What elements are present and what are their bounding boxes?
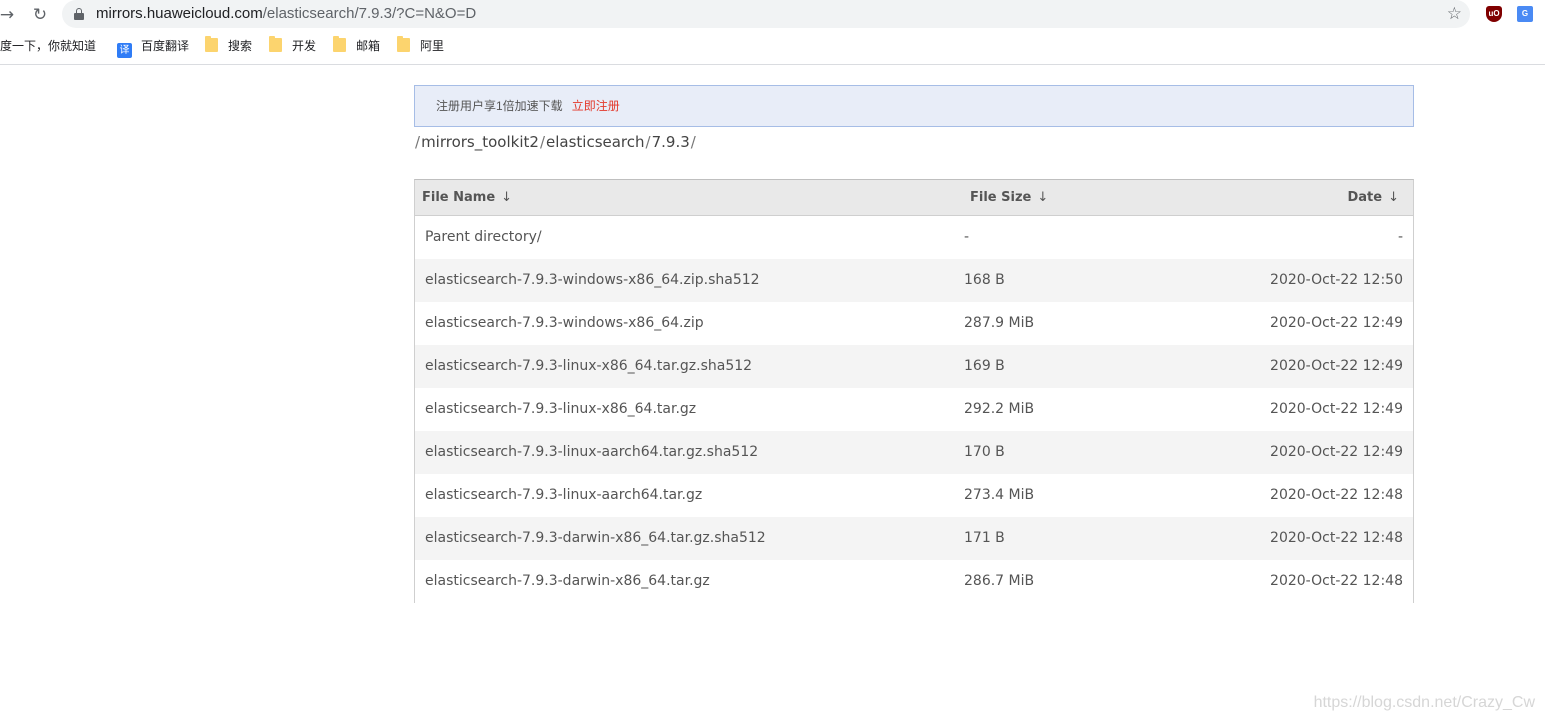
- table-row: elasticsearch-7.9.3-linux-aarch64.tar.gz…: [415, 431, 1413, 474]
- file-link[interactable]: elasticsearch-7.9.3-linux-aarch64.tar.gz: [425, 474, 702, 517]
- file-listing-table: File Name ↓ File Size ↓ Date ↓ Parent direc…: [414, 179, 1414, 603]
- lock-icon[interactable]: [74, 8, 84, 20]
- breadcrumb-separator: /: [645, 133, 651, 151]
- file-size: 168 B: [964, 272, 1005, 288]
- breadcrumb-version[interactable]: 7.9.3: [652, 133, 690, 151]
- table-row: Parent directory/ - -: [415, 216, 1413, 259]
- file-link[interactable]: elasticsearch-7.9.3-windows-x86_64.zip.s…: [425, 259, 760, 302]
- bookmark-label: 阿里: [420, 39, 445, 53]
- sort-by-date-header[interactable]: Date ↓: [1347, 180, 1399, 215]
- bookmark-label: 搜索: [228, 39, 253, 53]
- sort-by-name-header[interactable]: File Name ↓: [422, 180, 512, 215]
- chrome-divider: [0, 64, 1545, 65]
- table-row: elasticsearch-7.9.3-linux-x86_64.tar.gz.…: [415, 345, 1413, 388]
- file-date: 2020-Oct-22 12:48: [1270, 573, 1403, 589]
- bookmark-label: 百度翻译: [141, 39, 190, 53]
- table-row: elasticsearch-7.9.3-linux-aarch64.tar.gz…: [415, 474, 1413, 517]
- folder-icon: [333, 36, 346, 52]
- forward-icon[interactable]: →: [0, 4, 18, 26]
- breadcrumb-elasticsearch[interactable]: elasticsearch: [546, 133, 645, 151]
- bookmark-baidu-translate[interactable]: 译百度翻译: [117, 38, 190, 58]
- table-row: elasticsearch-7.9.3-linux-x86_64.tar.gz …: [415, 388, 1413, 431]
- translate-extension-icon[interactable]: G: [1517, 6, 1533, 22]
- sort-by-size-header[interactable]: File Size ↓: [970, 180, 1048, 215]
- table-row: elasticsearch-7.9.3-darwin-x86_64.tar.gz…: [415, 560, 1413, 603]
- folder-icon: [397, 36, 410, 52]
- bookmark-label: 开发: [292, 39, 317, 53]
- file-link[interactable]: elasticsearch-7.9.3-linux-aarch64.tar.gz…: [425, 431, 758, 474]
- folder-icon: [205, 36, 218, 52]
- bookmarks-bar: 百度一下，你就知道 译百度翻译 搜索 开发 邮箱 阿里: [0, 32, 1545, 60]
- bookmark-label: 邮箱: [356, 39, 381, 53]
- breadcrumb-separator: /: [539, 133, 545, 151]
- promo-banner: 注册用户享1倍加速下载 立即注册: [414, 85, 1414, 127]
- header-label: File Size: [970, 190, 1032, 205]
- file-size: -: [964, 229, 970, 245]
- file-date: 2020-Oct-22 12:49: [1270, 315, 1403, 331]
- bookmark-folder-mail[interactable]: 邮箱: [333, 36, 381, 54]
- table-row: elasticsearch-7.9.3-darwin-x86_64.tar.gz…: [415, 517, 1413, 560]
- file-size: 169 B: [964, 358, 1005, 374]
- bookmark-folder-ali[interactable]: 阿里: [397, 36, 445, 54]
- bookmark-baidu[interactable]: 百度一下，你就知道: [0, 38, 96, 54]
- watermark-text: https://blog.csdn.net/Crazy_Cw: [1313, 694, 1535, 711]
- file-link[interactable]: elasticsearch-7.9.3-darwin-x86_64.tar.gz…: [425, 517, 766, 560]
- file-size: 273.4 MiB: [964, 487, 1035, 503]
- register-link[interactable]: 立即注册: [572, 99, 620, 113]
- table-row: elasticsearch-7.9.3-windows-x86_64.zip 2…: [415, 302, 1413, 345]
- bookmark-label: 百度一下，你就知道: [0, 39, 97, 53]
- bookmark-star-icon[interactable]: ☆: [1447, 3, 1462, 25]
- file-link[interactable]: elasticsearch-7.9.3-windows-x86_64.zip: [425, 302, 704, 345]
- table-row: elasticsearch-7.9.3-windows-x86_64.zip.s…: [415, 259, 1413, 302]
- folder-icon: [269, 36, 282, 52]
- file-link[interactable]: Parent directory/: [425, 216, 542, 259]
- reload-icon[interactable]: ↻: [29, 4, 51, 26]
- file-date: 2020-Oct-22 12:49: [1270, 401, 1403, 417]
- bookmark-folder-search[interactable]: 搜索: [205, 36, 253, 54]
- file-size: 286.7 MiB: [964, 573, 1035, 589]
- breadcrumb-separator: /: [415, 133, 421, 151]
- table-header: File Name ↓ File Size ↓ Date ↓: [415, 180, 1413, 216]
- promo-text: 注册用户享1倍加速下载: [436, 99, 563, 113]
- header-label: Date: [1347, 190, 1383, 205]
- url-text[interactable]: mirrors.huaweicloud.com/elasticsearch/7.…: [96, 4, 476, 24]
- file-date: 2020-Oct-22 12:48: [1270, 530, 1403, 546]
- file-size: 292.2 MiB: [964, 401, 1035, 417]
- file-size: 170 B: [964, 444, 1005, 460]
- file-date: 2020-Oct-22 12:50: [1270, 272, 1403, 288]
- address-bar[interactable]: mirrors.huaweicloud.com/elasticsearch/7.…: [62, 0, 1470, 28]
- ublock-extension-icon[interactable]: uO: [1486, 6, 1502, 22]
- breadcrumb-separator: /: [690, 133, 696, 151]
- breadcrumb: /mirrors_toolkit2/elasticsearch/7.9.3/: [414, 131, 697, 153]
- bookmark-folder-dev[interactable]: 开发: [269, 36, 317, 54]
- file-link[interactable]: elasticsearch-7.9.3-linux-x86_64.tar.gz: [425, 388, 696, 431]
- url-host: mirrors.huaweicloud.com: [96, 5, 263, 22]
- file-date: 2020-Oct-22 12:49: [1270, 358, 1403, 374]
- translate-icon: 译: [117, 43, 132, 58]
- file-date: -: [1397, 229, 1403, 245]
- sort-arrow-icon: ↓: [1037, 190, 1049, 205]
- url-path: /elasticsearch/7.9.3/?C=N&O=D: [262, 5, 477, 22]
- file-date: 2020-Oct-22 12:49: [1270, 444, 1403, 460]
- header-label: File Name: [422, 190, 496, 205]
- sort-arrow-icon: ↓: [501, 190, 513, 205]
- breadcrumb-mirrors-toolkit2[interactable]: mirrors_toolkit2: [421, 133, 539, 151]
- file-link[interactable]: elasticsearch-7.9.3-linux-x86_64.tar.gz.…: [425, 345, 752, 388]
- browser-toolbar: → ↻ mirrors.huaweicloud.com/elasticsearc…: [0, 0, 1545, 30]
- file-date: 2020-Oct-22 12:48: [1270, 487, 1403, 503]
- sort-arrow-icon: ↓: [1388, 190, 1399, 205]
- file-link[interactable]: elasticsearch-7.9.3-darwin-x86_64.tar.gz: [425, 560, 710, 603]
- file-size: 171 B: [964, 530, 1005, 546]
- file-size: 287.9 MiB: [964, 315, 1035, 331]
